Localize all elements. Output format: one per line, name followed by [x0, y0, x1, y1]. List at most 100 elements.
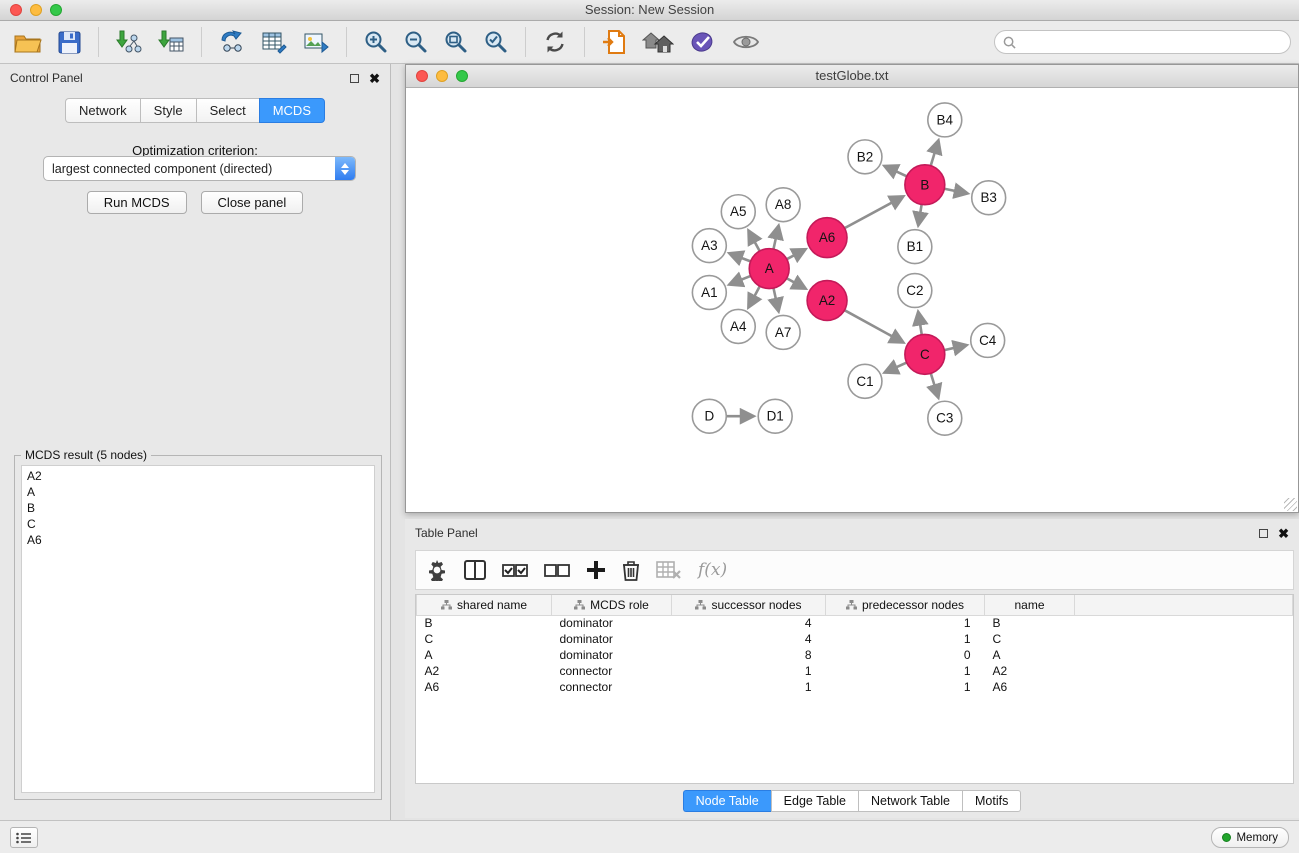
table-cell[interactable]: connector: [552, 663, 672, 679]
tab-style[interactable]: Style: [140, 98, 196, 123]
tab-edge-table[interactable]: Edge Table: [771, 790, 858, 812]
add-column-button[interactable]: [586, 560, 606, 580]
table-cell[interactable]: dominator: [552, 647, 672, 663]
edge-B-B3[interactable]: [944, 189, 967, 194]
node-C1[interactable]: C1: [848, 364, 882, 398]
node-B3[interactable]: B3: [972, 181, 1006, 215]
table-row[interactable]: Bdominator41B: [417, 615, 1293, 631]
node-C[interactable]: C: [905, 334, 945, 374]
table-cell[interactable]: A2: [417, 663, 552, 679]
mcds-result-item[interactable]: B: [22, 500, 374, 516]
table-cell[interactable]: C: [417, 631, 552, 647]
table-cell[interactable]: [1075, 679, 1293, 695]
table-cell[interactable]: A: [417, 647, 552, 663]
refresh-button[interactable]: [539, 28, 571, 56]
tab-mcds[interactable]: MCDS: [259, 98, 325, 123]
table-cell[interactable]: 8: [672, 647, 826, 663]
table-cell[interactable]: dominator: [552, 631, 672, 647]
column-header-successor-nodes[interactable]: successor nodes: [672, 595, 826, 615]
validate-button[interactable]: [686, 28, 720, 56]
table-cell[interactable]: 1: [826, 663, 985, 679]
node-A5[interactable]: A5: [721, 195, 755, 229]
node-C4[interactable]: C4: [971, 323, 1005, 357]
edge-C-C3[interactable]: [931, 373, 938, 397]
close-panel-button[interactable]: Close panel: [201, 191, 304, 214]
network-window-titlebar[interactable]: testGlobe.txt: [406, 65, 1298, 88]
column-header-predecessor-nodes[interactable]: predecessor nodes: [826, 595, 985, 615]
table-cell[interactable]: 0: [826, 647, 985, 663]
edge-A-A8[interactable]: [773, 226, 778, 249]
table-cell[interactable]: 4: [672, 631, 826, 647]
node-A1[interactable]: A1: [692, 276, 726, 310]
node-A3[interactable]: A3: [692, 229, 726, 263]
edge-A6-B[interactable]: [845, 197, 903, 229]
edge-C-C4[interactable]: [944, 345, 966, 350]
open-session-button[interactable]: [10, 29, 46, 56]
delete-column-button[interactable]: [622, 560, 640, 581]
table-cell[interactable]: [1075, 615, 1293, 631]
edge-A-A3[interactable]: [730, 254, 751, 262]
node-B1[interactable]: B1: [898, 230, 932, 264]
tab-node-table[interactable]: Node Table: [683, 790, 771, 812]
select-all-rows-button[interactable]: [502, 561, 528, 579]
node-A[interactable]: A: [749, 249, 789, 289]
mcds-result-item[interactable]: A6: [22, 532, 374, 548]
table-cell[interactable]: [1075, 663, 1293, 679]
column-header-mcds-role[interactable]: MCDS role: [552, 595, 672, 615]
export-image-button[interactable]: [299, 28, 333, 56]
memory-button[interactable]: Memory: [1211, 827, 1289, 848]
edge-B-B2[interactable]: [885, 166, 907, 176]
new-table-button[interactable]: [257, 28, 291, 56]
toolbar-search[interactable]: [994, 30, 1291, 54]
node-D[interactable]: D: [692, 399, 726, 433]
edge-C-C2[interactable]: [918, 312, 921, 334]
node-A8[interactable]: A8: [766, 188, 800, 222]
graphics-details-button[interactable]: [728, 30, 764, 54]
table-cell[interactable]: [1075, 631, 1293, 647]
hide-show-button[interactable]: [638, 28, 678, 56]
table-cell[interactable]: C: [985, 631, 1075, 647]
node-A2[interactable]: A2: [807, 281, 847, 321]
table-cell[interactable]: 1: [672, 663, 826, 679]
table-cell[interactable]: 1: [826, 679, 985, 695]
edge-A-A5[interactable]: [749, 231, 760, 251]
table-row[interactable]: A2connector11A2: [417, 663, 1293, 679]
function-builder-button[interactable]: f(x): [698, 560, 727, 580]
import-network-file-button[interactable]: [112, 28, 146, 56]
close-panel-icon[interactable]: ✖: [369, 72, 380, 85]
window-resize-grip[interactable]: [1284, 498, 1297, 511]
table-cell[interactable]: A2: [985, 663, 1075, 679]
node-B4[interactable]: B4: [928, 103, 962, 137]
edge-A-A2[interactable]: [787, 278, 806, 288]
edge-A-A1[interactable]: [730, 276, 751, 284]
table-cell[interactable]: A6: [417, 679, 552, 695]
column-header-shared-name[interactable]: shared name: [417, 595, 552, 615]
delete-table-button[interactable]: [656, 560, 682, 580]
table-cell[interactable]: connector: [552, 679, 672, 695]
show-column-panel-button[interactable]: [464, 560, 486, 580]
node-B2[interactable]: B2: [848, 140, 882, 174]
tab-network[interactable]: Network: [65, 98, 140, 123]
table-cell[interactable]: [1075, 647, 1293, 663]
table-row[interactable]: Cdominator41C: [417, 631, 1293, 647]
tab-motifs[interactable]: Motifs: [962, 790, 1021, 812]
close-table-panel-icon[interactable]: ✖: [1278, 527, 1289, 540]
zoom-fit-button[interactable]: [440, 28, 472, 56]
edge-A-A6[interactable]: [787, 249, 805, 259]
mcds-result-list[interactable]: A2ABCA6: [21, 465, 375, 793]
tab-select[interactable]: Select: [196, 98, 259, 123]
node-C3[interactable]: C3: [928, 401, 962, 435]
edge-B-B4[interactable]: [931, 141, 939, 166]
table-cell[interactable]: 1: [826, 615, 985, 631]
zoom-in-button[interactable]: [360, 28, 392, 56]
edge-C-C1[interactable]: [885, 363, 907, 373]
node-A4[interactable]: A4: [721, 309, 755, 343]
first-neighbors-button[interactable]: [598, 27, 630, 57]
table-cell[interactable]: B: [417, 615, 552, 631]
mcds-result-item[interactable]: A2: [22, 468, 374, 484]
table-cell[interactable]: B: [985, 615, 1075, 631]
task-history-button[interactable]: [10, 827, 38, 848]
float-panel-icon[interactable]: [350, 74, 359, 83]
table-row[interactable]: Adominator80A: [417, 647, 1293, 663]
table-cell[interactable]: dominator: [552, 615, 672, 631]
